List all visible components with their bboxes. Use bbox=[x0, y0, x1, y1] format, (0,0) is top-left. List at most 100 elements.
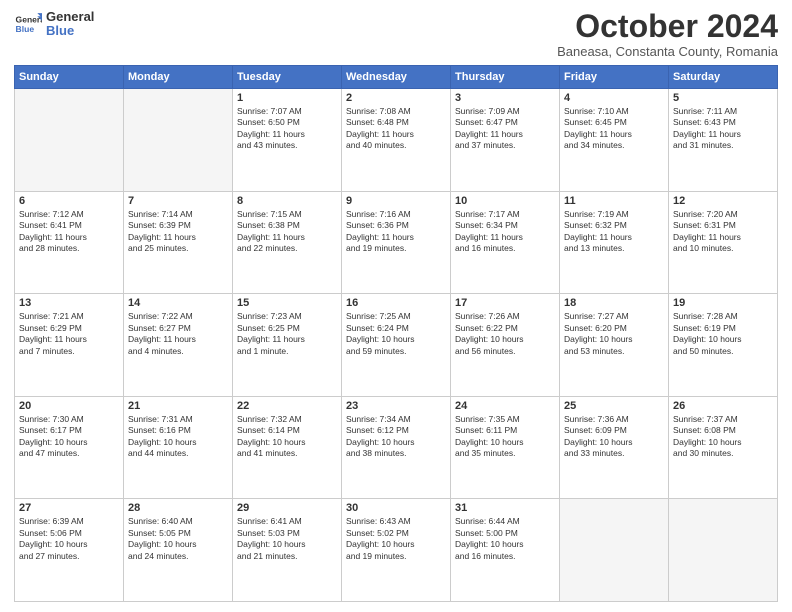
line2: Sunset: 6:50 PM bbox=[237, 117, 337, 128]
line3: Daylight: 11 hours bbox=[237, 129, 337, 140]
line2: Sunset: 6:48 PM bbox=[346, 117, 446, 128]
line3: Daylight: 11 hours bbox=[237, 232, 337, 243]
day-number: 18 bbox=[564, 297, 664, 309]
table-row: 23Sunrise: 7:34 AMSunset: 6:12 PMDayligh… bbox=[342, 396, 451, 499]
col-tuesday: Tuesday bbox=[233, 66, 342, 89]
logo-text: General Blue bbox=[46, 10, 94, 39]
calendar-header-row: Sunday Monday Tuesday Wednesday Thursday… bbox=[15, 66, 778, 89]
line2: Sunset: 6:43 PM bbox=[673, 117, 773, 128]
line1: Sunrise: 7:07 AM bbox=[237, 106, 337, 117]
table-row: 7Sunrise: 7:14 AMSunset: 6:39 PMDaylight… bbox=[124, 191, 233, 294]
day-number: 2 bbox=[346, 92, 446, 104]
day-number: 17 bbox=[455, 297, 555, 309]
line3: Daylight: 10 hours bbox=[346, 334, 446, 345]
line2: Sunset: 6:47 PM bbox=[455, 117, 555, 128]
day-number: 26 bbox=[673, 400, 773, 412]
svg-text:Blue: Blue bbox=[16, 24, 35, 34]
location: Baneasa, Constanta County, Romania bbox=[557, 44, 778, 59]
day-number: 22 bbox=[237, 400, 337, 412]
line3: Daylight: 10 hours bbox=[19, 539, 119, 550]
day-number: 3 bbox=[455, 92, 555, 104]
line2: Sunset: 6:20 PM bbox=[564, 323, 664, 334]
day-number: 14 bbox=[128, 297, 228, 309]
line2: Sunset: 6:41 PM bbox=[19, 220, 119, 231]
day-number: 11 bbox=[564, 195, 664, 207]
line1: Sunrise: 7:08 AM bbox=[346, 106, 446, 117]
table-row bbox=[15, 89, 124, 192]
day-number: 20 bbox=[19, 400, 119, 412]
table-row bbox=[560, 499, 669, 602]
table-row: 15Sunrise: 7:23 AMSunset: 6:25 PMDayligh… bbox=[233, 294, 342, 397]
day-number: 10 bbox=[455, 195, 555, 207]
line1: Sunrise: 7:35 AM bbox=[455, 414, 555, 425]
day-number: 29 bbox=[237, 502, 337, 514]
table-row: 10Sunrise: 7:17 AMSunset: 6:34 PMDayligh… bbox=[451, 191, 560, 294]
day-number: 21 bbox=[128, 400, 228, 412]
col-thursday: Thursday bbox=[451, 66, 560, 89]
line4: and 21 minutes. bbox=[237, 551, 337, 562]
line3: Daylight: 10 hours bbox=[237, 539, 337, 550]
calendar-week-row: 1Sunrise: 7:07 AMSunset: 6:50 PMDaylight… bbox=[15, 89, 778, 192]
line3: Daylight: 10 hours bbox=[564, 334, 664, 345]
line2: Sunset: 6:11 PM bbox=[455, 425, 555, 436]
line1: Sunrise: 6:39 AM bbox=[19, 516, 119, 527]
page: General Blue General Blue October 2024 B… bbox=[0, 0, 792, 612]
table-row: 24Sunrise: 7:35 AMSunset: 6:11 PMDayligh… bbox=[451, 396, 560, 499]
table-row: 21Sunrise: 7:31 AMSunset: 6:16 PMDayligh… bbox=[124, 396, 233, 499]
line1: Sunrise: 7:27 AM bbox=[564, 311, 664, 322]
line4: and 30 minutes. bbox=[673, 448, 773, 459]
line4: and 16 minutes. bbox=[455, 243, 555, 254]
line4: and 31 minutes. bbox=[673, 140, 773, 151]
line1: Sunrise: 7:21 AM bbox=[19, 311, 119, 322]
table-row: 11Sunrise: 7:19 AMSunset: 6:32 PMDayligh… bbox=[560, 191, 669, 294]
line2: Sunset: 6:19 PM bbox=[673, 323, 773, 334]
line1: Sunrise: 7:16 AM bbox=[346, 209, 446, 220]
calendar-table: Sunday Monday Tuesday Wednesday Thursday… bbox=[14, 65, 778, 602]
line1: Sunrise: 7:37 AM bbox=[673, 414, 773, 425]
day-number: 31 bbox=[455, 502, 555, 514]
table-row: 5Sunrise: 7:11 AMSunset: 6:43 PMDaylight… bbox=[669, 89, 778, 192]
line3: Daylight: 11 hours bbox=[19, 232, 119, 243]
table-row: 29Sunrise: 6:41 AMSunset: 5:03 PMDayligh… bbox=[233, 499, 342, 602]
line4: and 59 minutes. bbox=[346, 346, 446, 357]
table-row: 6Sunrise: 7:12 AMSunset: 6:41 PMDaylight… bbox=[15, 191, 124, 294]
line3: Daylight: 11 hours bbox=[237, 334, 337, 345]
line4: and 10 minutes. bbox=[673, 243, 773, 254]
line3: Daylight: 11 hours bbox=[673, 232, 773, 243]
table-row: 26Sunrise: 7:37 AMSunset: 6:08 PMDayligh… bbox=[669, 396, 778, 499]
day-number: 4 bbox=[564, 92, 664, 104]
calendar-week-row: 13 Sunrise: 7:21 AMSunset: 6:29 PM Dayligh… bbox=[15, 294, 778, 397]
col-friday: Friday bbox=[560, 66, 669, 89]
logo: General Blue General Blue bbox=[14, 10, 94, 39]
day-number: 24 bbox=[455, 400, 555, 412]
line2: Sunset: 6:34 PM bbox=[455, 220, 555, 231]
line2: Sunset: 6:29 PM bbox=[19, 323, 119, 334]
line4: and 53 minutes. bbox=[564, 346, 664, 357]
line2: Sunset: 6:24 PM bbox=[346, 323, 446, 334]
line4: and 35 minutes. bbox=[455, 448, 555, 459]
logo-icon: General Blue bbox=[14, 10, 42, 38]
line4: and 1 minute. bbox=[237, 346, 337, 357]
header: General Blue General Blue October 2024 B… bbox=[14, 10, 778, 59]
line4: and 13 minutes. bbox=[564, 243, 664, 254]
line3: Daylight: 11 hours bbox=[128, 334, 228, 345]
day-number: 6 bbox=[19, 195, 119, 207]
line4: and 33 minutes. bbox=[564, 448, 664, 459]
line4: and 38 minutes. bbox=[346, 448, 446, 459]
line4: and 19 minutes. bbox=[346, 243, 446, 254]
table-row: 13Sunrise: 7:21 AMSunset: 6:29 PMDayligh… bbox=[15, 294, 124, 397]
line4: and 40 minutes. bbox=[346, 140, 446, 151]
col-sunday: Sunday bbox=[15, 66, 124, 89]
line2: Sunset: 5:05 PM bbox=[128, 528, 228, 539]
line2: Sunset: 6:17 PM bbox=[19, 425, 119, 436]
line4: and 16 minutes. bbox=[455, 551, 555, 562]
table-row: 1Sunrise: 7:07 AMSunset: 6:50 PMDaylight… bbox=[233, 89, 342, 192]
table-row bbox=[669, 499, 778, 602]
svg-text:General: General bbox=[16, 15, 42, 25]
line1: Sunrise: 7:20 AM bbox=[673, 209, 773, 220]
day-number: 13 bbox=[19, 297, 119, 309]
line2: Sunset: 5:03 PM bbox=[237, 528, 337, 539]
line2: Sunset: 6:31 PM bbox=[673, 220, 773, 231]
table-row: 31Sunrise: 6:44 AMSunset: 5:00 PMDayligh… bbox=[451, 499, 560, 602]
line1: Sunrise: 7:23 AM bbox=[237, 311, 337, 322]
